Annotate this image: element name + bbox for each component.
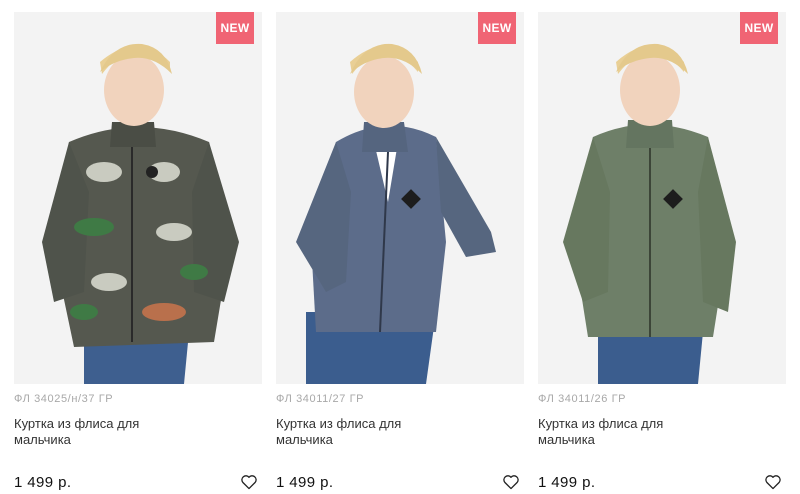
- price-row: 1 499 р.: [14, 470, 262, 494]
- price-row: 1 499 р.: [538, 470, 786, 494]
- heart-outline-icon[interactable]: [238, 471, 260, 493]
- product-title[interactable]: Куртка из флиса для мальчика: [276, 416, 426, 450]
- product-grid: NEW ФЛ 34025/н/37 ГР Куртка из флиса для…: [0, 0, 800, 491]
- product-sku: ФЛ 34011/26 ГР: [538, 393, 627, 405]
- product-sku: ФЛ 34025/н/37 ГР: [14, 393, 114, 405]
- product-photo[interactable]: NEW: [14, 12, 262, 384]
- new-badge: NEW: [740, 12, 778, 44]
- product-photo[interactable]: NEW: [276, 12, 524, 384]
- product-card[interactable]: NEW ФЛ 34011/27 ГР Куртка из флиса для м…: [276, 12, 524, 491]
- boy-blue-jacket-image: [276, 12, 524, 384]
- new-badge: NEW: [478, 12, 516, 44]
- boy-green-jacket-image: [538, 12, 786, 384]
- product-price: 1 499 р.: [14, 473, 72, 491]
- new-badge: NEW: [216, 12, 254, 44]
- heart-outline-icon[interactable]: [500, 471, 522, 493]
- product-sku: ФЛ 34011/27 ГР: [276, 393, 365, 405]
- product-card[interactable]: NEW ФЛ 34011/26 ГР Куртка из флиса для м…: [538, 12, 786, 491]
- product-price: 1 499 р.: [276, 473, 334, 491]
- product-title[interactable]: Куртка из флиса для мальчика: [14, 416, 164, 450]
- product-card[interactable]: NEW ФЛ 34025/н/37 ГР Куртка из флиса для…: [14, 12, 262, 491]
- product-price: 1 499 р.: [538, 473, 596, 491]
- price-row: 1 499 р.: [276, 470, 524, 494]
- product-photo[interactable]: NEW: [538, 12, 786, 384]
- product-title[interactable]: Куртка из флиса для мальчика: [538, 416, 688, 450]
- heart-outline-icon[interactable]: [762, 471, 784, 493]
- boy-camo-jacket-image: [14, 12, 262, 384]
